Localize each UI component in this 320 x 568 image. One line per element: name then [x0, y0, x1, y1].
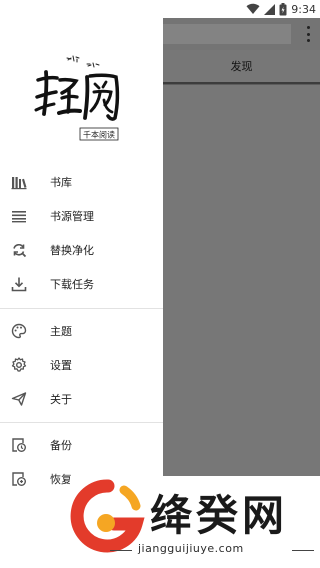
- find-replace-icon: [13, 243, 27, 258]
- menu-group-settings: 主题 设置 关于: [0, 314, 163, 416]
- battery-icon: [279, 2, 287, 15]
- menu-label: 替换净化: [50, 244, 94, 257]
- svg-text:千本阅读: 千本阅读: [83, 130, 115, 140]
- tab-discover[interactable]: 发现: [163, 50, 320, 84]
- menu-divider: [0, 422, 163, 423]
- status-icons: 9:34: [246, 1, 316, 17]
- watermark-banner: 绛癸网 jiangguijiuye.com: [70, 476, 320, 568]
- watermark-line-left: [110, 550, 132, 551]
- restore-icon: [12, 472, 26, 486]
- palette-icon: [11, 323, 27, 339]
- search-box[interactable]: [163, 24, 291, 44]
- menu-label: 设置: [50, 359, 72, 372]
- gear-icon: [11, 357, 27, 372]
- list-icon: [12, 211, 26, 223]
- backup-icon: [12, 438, 26, 452]
- menu-item-settings[interactable]: 设置: [0, 348, 163, 382]
- menu-label: 下载任务: [50, 278, 94, 291]
- status-time: 9:34: [291, 2, 316, 16]
- menu-label: 书库: [50, 176, 72, 189]
- watermark-url: jiangguijiuye.com: [138, 542, 244, 555]
- menu-item-theme[interactable]: 主题: [0, 314, 163, 348]
- wifi-icon: [246, 3, 260, 14]
- watermark-logo-icon: [70, 479, 145, 553]
- menu-label: 备份: [50, 439, 72, 452]
- menu-item-about[interactable]: 关于: [0, 382, 163, 416]
- signal-icon: [264, 3, 276, 15]
- status-bar: 9:34: [0, 0, 320, 18]
- download-icon: [11, 277, 27, 292]
- menu-item-download[interactable]: 下载任务: [0, 267, 163, 301]
- menu-item-library[interactable]: 书库: [0, 165, 163, 199]
- menu-label: 关于: [50, 393, 72, 406]
- menu-item-book-source[interactable]: 书源管理: [0, 199, 163, 233]
- menu-group-main: 书库 书源管理 替换净化 下载任务: [0, 165, 163, 301]
- menu-label: 书源管理: [50, 210, 94, 223]
- menu-item-replace[interactable]: 替换净化: [0, 233, 163, 267]
- watermark-line-right: [292, 550, 314, 551]
- menu-item-backup[interactable]: 备份: [0, 428, 163, 462]
- menu-label: 恢复: [50, 473, 72, 486]
- send-icon: [11, 392, 27, 406]
- menu-label: 主题: [50, 325, 72, 338]
- menu-divider: [0, 308, 163, 309]
- watermark-title: 绛癸网: [150, 491, 289, 540]
- overflow-menu-icon[interactable]: [306, 26, 310, 42]
- app-logo: 千本阅读: [34, 55, 120, 141]
- library-icon: [11, 177, 27, 190]
